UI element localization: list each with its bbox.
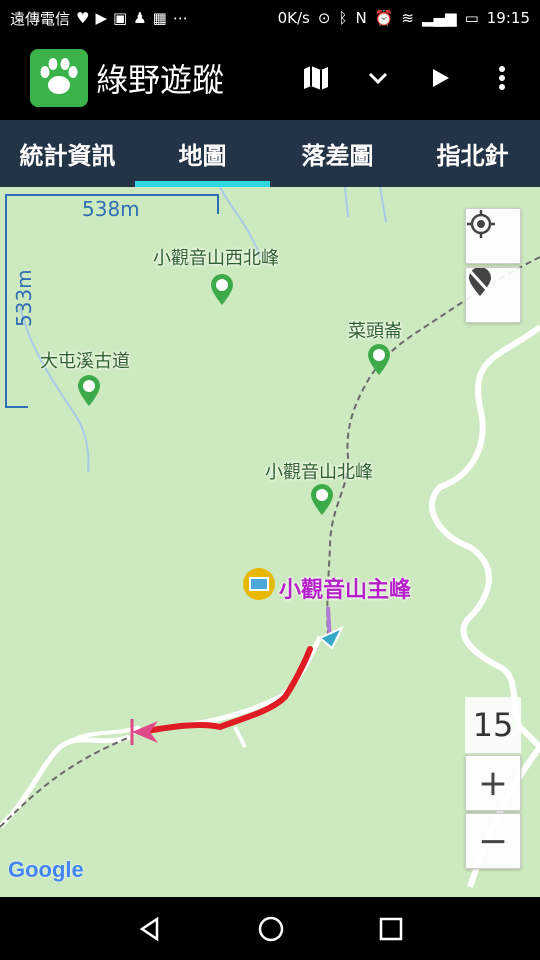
attribution-text: Google [8, 857, 84, 882]
location-off-icon [468, 268, 492, 296]
wifi-icon: ≋ [401, 9, 414, 27]
carrier-label: 遠傳電信 [10, 9, 71, 28]
alarm-icon: ⏰ [374, 9, 394, 27]
place-label: 大屯溪古道 [40, 351, 130, 372]
map-view[interactable]: 538m 533m 小觀音山西北峰 菜頭崙 大屯溪古道 小觀音山北峰 小觀音山主… [0, 187, 540, 897]
peak-label: 小觀音山主峰 [279, 578, 412, 603]
zoom-out-button[interactable]: − [465, 813, 521, 869]
scale-vertical-text: 533m [12, 269, 36, 327]
hiker-marker-icon[interactable] [309, 484, 335, 516]
tab-bar: 統計資訊 地圖 落差圖 指北針 [0, 120, 540, 187]
back-icon[interactable] [137, 916, 163, 942]
navigation-bar [0, 897, 540, 960]
hiker-marker-icon[interactable] [76, 375, 102, 407]
more-vert-icon[interactable] [486, 62, 518, 94]
scale-horizontal: 538m [82, 197, 140, 221]
place-label: 小觀音山西北峰 [153, 248, 279, 269]
photo-marker-icon[interactable] [243, 568, 275, 600]
tab-compass[interactable]: 指北針 [405, 120, 540, 187]
more-notifications-icon: ⋯ [172, 9, 188, 27]
signal-icon: ▂▄▆ [421, 9, 457, 27]
tab-elevation[interactable]: 落差圖 [270, 120, 405, 187]
net-speed: 0K/s [277, 9, 310, 27]
map-canvas [0, 187, 540, 888]
nfc-icon: N [355, 9, 367, 27]
heart-rate-icon: ♥ [76, 9, 90, 27]
crosshair-icon [467, 210, 495, 238]
play-icon[interactable] [424, 62, 456, 94]
recents-icon[interactable] [379, 917, 403, 941]
google-logo: Google [8, 857, 84, 883]
home-icon[interactable] [257, 915, 285, 943]
youtube-icon: ▶ [95, 9, 108, 27]
status-bar: 遠傳電信 ♥ ▶ ▣ ♟ ▦ ⋯ 0K/s ⊙ ᛒ N ⏰ ≋ ▂▄▆ ▭ 19… [0, 0, 540, 36]
paw-icon [30, 49, 88, 107]
location-icon: ⊙ [317, 9, 331, 27]
place-label: 菜頭崙 [348, 321, 402, 342]
clock-time: 19:15 [486, 9, 530, 27]
photo-icon: ▣ [113, 9, 128, 27]
app-title: 綠野遊蹤 [96, 61, 225, 99]
bluetooth-icon: ᛒ [338, 9, 348, 27]
location-off-button[interactable] [465, 267, 521, 323]
start-flag-icon [130, 719, 158, 745]
current-position-icon [318, 625, 345, 650]
my-location-button[interactable] [465, 208, 521, 264]
hiker-marker-icon[interactable] [209, 274, 235, 306]
image-icon: ▦ [152, 9, 167, 27]
app-bar: 綠野遊蹤 [0, 36, 540, 120]
place-label: 小觀音山北峰 [265, 462, 373, 483]
tab-statistics[interactable]: 統計資訊 [0, 120, 135, 187]
zoom-level-indicator: 15 [465, 697, 521, 753]
person-icon: ♟ [133, 9, 147, 27]
tab-map[interactable]: 地圖 [135, 120, 270, 187]
zoom-in-button[interactable]: + [465, 755, 521, 811]
map-icon[interactable] [300, 62, 332, 94]
chevron-down-icon[interactable] [362, 62, 394, 94]
hiker-marker-icon[interactable] [366, 344, 392, 376]
battery-icon: ▭ [464, 9, 479, 27]
